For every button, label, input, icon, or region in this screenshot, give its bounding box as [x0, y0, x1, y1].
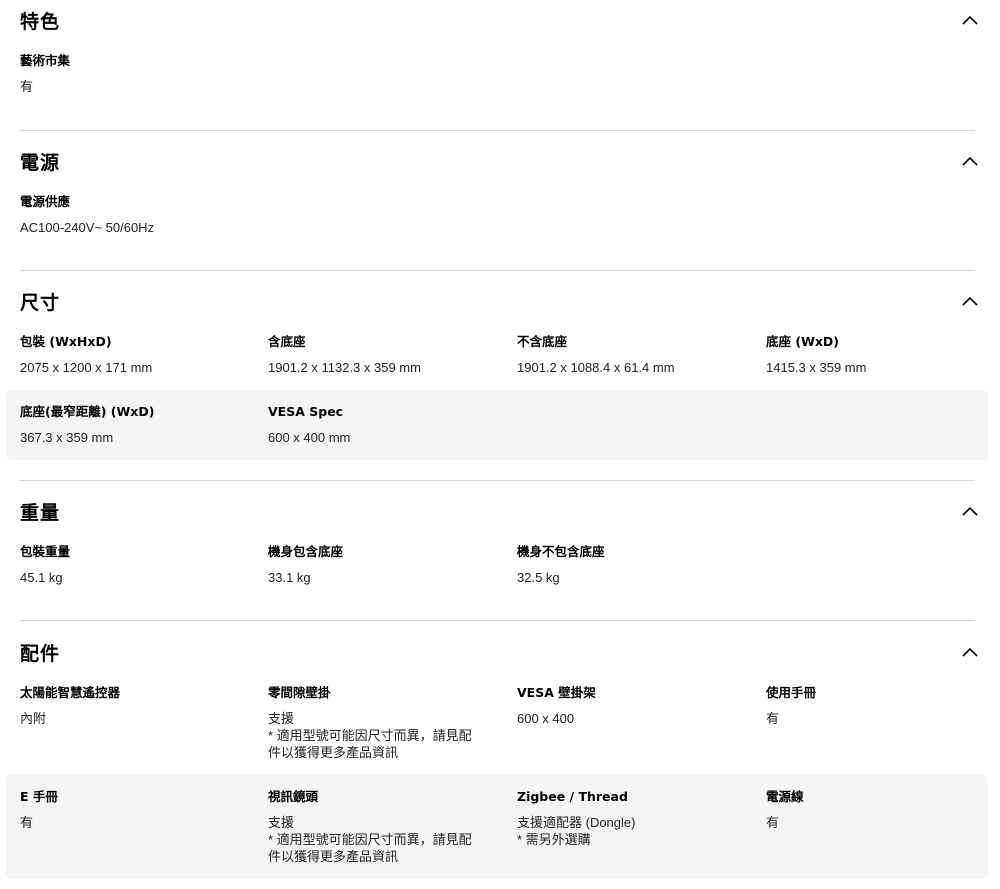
spec-label: 包裝重量 [20, 544, 71, 559]
spec-value: 1901.2 x 1132.3 x 359 mm [268, 360, 421, 375]
spec-label: 電源供應 [20, 194, 71, 209]
spec-value: 32.5 kg [517, 570, 560, 585]
spec-label: 零間隙壁掛 [268, 685, 331, 700]
spec-value: 45.1 kg [20, 570, 63, 585]
spec-value: 1415.3 x 359 mm [766, 360, 867, 375]
spec-value: 支援 * 適用型號可能因尺寸而異，請見配 件以獲得更多產品資訊 [268, 711, 472, 760]
spec-item: 含底座 1901.2 x 1132.3 x 359 mm [268, 333, 508, 376]
spec-label: VESA Spec [268, 404, 344, 419]
spec-item: 機身包含底座 33.1 kg [268, 543, 508, 586]
divider [20, 270, 975, 271]
spec-item: 包裝 (WxHxD) 2075 x 1200 x 171 mm [20, 333, 260, 376]
spec-item: 底座 (WxD) 1415.3 x 359 mm [766, 333, 1000, 376]
chevron-up-icon[interactable] [960, 642, 980, 662]
spec-item: 太陽能智慧遙控器 內附 [20, 684, 260, 727]
spec-value: 有 [766, 815, 780, 830]
spec-label: VESA 壁掛架 [517, 685, 596, 700]
spec-item: VESA 壁掛架 600 x 400 [517, 684, 757, 727]
spec-value: 有 [766, 711, 780, 726]
spec-value: AC100-240V~ 50/60Hz [20, 220, 155, 235]
spec-label: 底座(最窄距離) (WxD) [20, 404, 155, 419]
spec-item: 零間隙壁掛 支援 * 適用型號可能因尺寸而異，請見配 件以獲得更多產品資訊 [268, 684, 508, 761]
section-title: 尺寸 [20, 291, 61, 314]
spec-row: 藝術市集 有 [6, 52, 988, 112]
spec-label: 包裝 (WxHxD) [20, 334, 112, 349]
spec-label: 機身不包含底座 [517, 544, 605, 559]
spec-label: 太陽能智慧遙控器 [20, 685, 121, 700]
spec-item: 電源線 有 [766, 788, 1000, 831]
section-title: 配件 [20, 642, 61, 665]
section-header-accessories[interactable]: 配件 [20, 632, 980, 672]
section-title: 電源 [20, 151, 61, 174]
chevron-up-icon[interactable] [960, 10, 980, 30]
spec-item: 電源供應 AC100-240V~ 50/60Hz [20, 193, 260, 236]
spec-row: 包裝重量 45.1 kg 機身包含底座 33.1 kg 機身不包含底座 32.5… [6, 543, 988, 595]
divider [20, 130, 975, 131]
spec-label: 不含底座 [517, 334, 568, 349]
spec-value: 33.1 kg [268, 570, 311, 585]
spec-item: 藝術市集 有 [20, 52, 260, 95]
divider [20, 620, 975, 621]
spec-row: 電源供應 AC100-240V~ 50/60Hz [6, 193, 988, 253]
spec-row-shaded: 底座(最窄距離) (WxD) 367.3 x 359 mm VESA Spec … [6, 390, 988, 460]
spec-label: Zigbee / Thread [517, 789, 628, 804]
spec-row: 太陽能智慧遙控器 內附 零間隙壁掛 支援 * 適用型號可能因尺寸而異，請見配 件… [6, 684, 988, 770]
spec-label: 視訊鏡頭 [268, 789, 319, 804]
spec-item: VESA Spec 600 x 400 mm [268, 403, 508, 446]
spec-label: 含底座 [268, 334, 306, 349]
section-header-weight[interactable]: 重量 [20, 491, 980, 531]
spec-value: 1901.2 x 1088.4 x 61.4 mm [517, 360, 675, 375]
spec-value: 有 [20, 815, 34, 830]
section-header-dimensions[interactable]: 尺寸 [20, 281, 980, 321]
spec-item: 機身不包含底座 32.5 kg [517, 543, 757, 586]
divider [20, 480, 975, 481]
spec-value: 600 x 400 [517, 711, 575, 726]
spec-item: E 手冊 有 [20, 788, 260, 831]
spec-label: 機身包含底座 [268, 544, 344, 559]
spec-value: 2075 x 1200 x 171 mm [20, 360, 153, 375]
section-header-power[interactable]: 電源 [20, 141, 980, 181]
section-title: 重量 [20, 501, 61, 524]
spec-label: 藝術市集 [20, 53, 71, 68]
spec-label: E 手冊 [20, 789, 58, 804]
spec-item: 視訊鏡頭 支援 * 適用型號可能因尺寸而異，請見配 件以獲得更多產品資訊 [268, 788, 508, 865]
chevron-up-icon[interactable] [960, 151, 980, 171]
spec-value: 內附 [20, 711, 47, 726]
spec-label: 底座 (WxD) [766, 334, 840, 349]
spec-item: 不含底座 1901.2 x 1088.4 x 61.4 mm [517, 333, 757, 376]
spec-item: 包裝重量 45.1 kg [20, 543, 260, 586]
spec-item: Zigbee / Thread 支援適配器 (Dongle) * 需另外選購 [517, 788, 757, 848]
section-title: 特色 [20, 10, 61, 33]
spec-row: 包裝 (WxHxD) 2075 x 1200 x 171 mm 含底座 1901… [6, 333, 988, 385]
section-header-features[interactable]: 特色 [20, 0, 980, 40]
spec-value: 有 [20, 79, 34, 94]
spec-value: 367.3 x 359 mm [20, 430, 114, 445]
spec-label: 使用手冊 [766, 685, 817, 700]
chevron-up-icon[interactable] [960, 501, 980, 521]
spec-value: 支援 * 適用型號可能因尺寸而異，請見配 件以獲得更多產品資訊 [268, 815, 472, 864]
spec-value: 600 x 400 mm [268, 430, 351, 445]
spec-row-shaded: E 手冊 有 視訊鏡頭 支援 * 適用型號可能因尺寸而異，請見配 件以獲得更多產… [6, 775, 988, 879]
spec-item: 使用手冊 有 [766, 684, 1000, 727]
chevron-up-icon[interactable] [960, 291, 980, 311]
spec-item: 底座(最窄距離) (WxD) 367.3 x 359 mm [20, 403, 260, 446]
spec-value: 支援適配器 (Dongle) * 需另外選購 [517, 815, 636, 847]
spec-label: 電源線 [766, 789, 804, 804]
